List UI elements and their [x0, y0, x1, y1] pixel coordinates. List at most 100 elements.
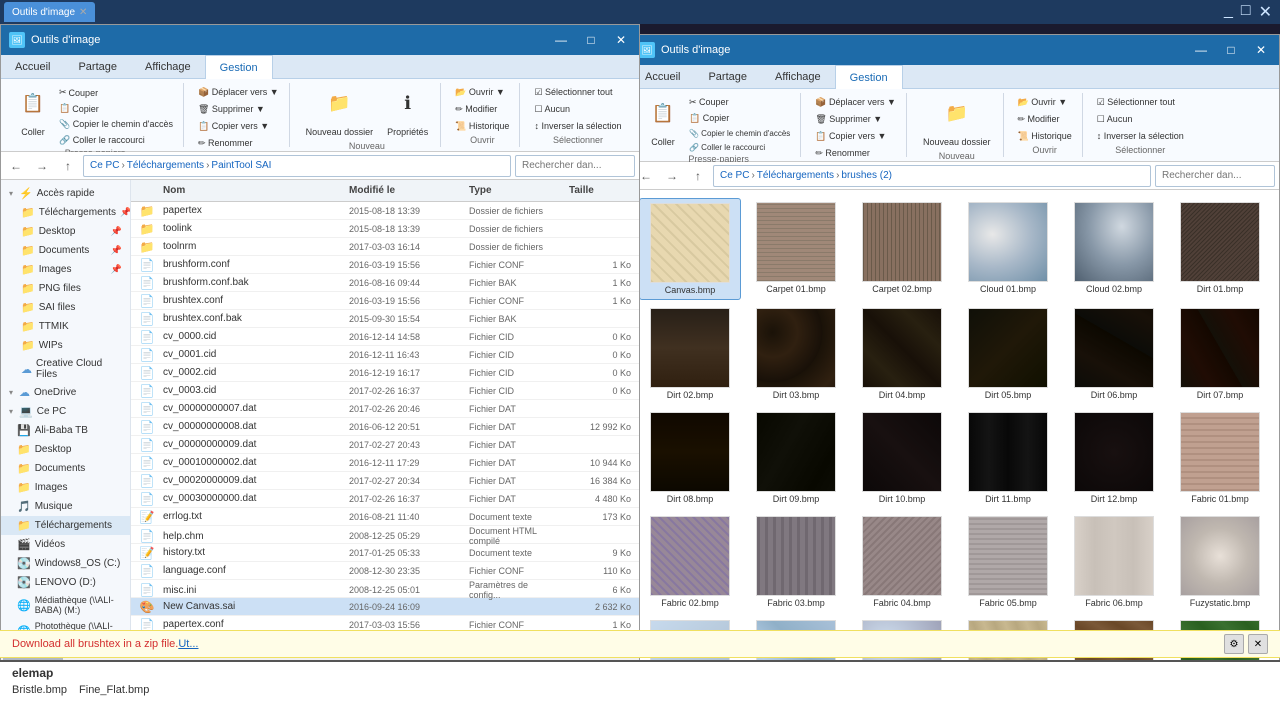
- table-row[interactable]: 📄 language.conf 2008-12-30 23:35 Fichier…: [131, 562, 639, 580]
- thumbnail-item[interactable]: Dirt 06.bmp: [1063, 304, 1165, 404]
- table-row[interactable]: 📝 history.txt 2017-01-25 05:33 Document …: [131, 544, 639, 562]
- sidebar-item-cepc[interactable]: ▾ 💻 Ce PC: [1, 402, 130, 421]
- btn-aucun[interactable]: ☐ Aucun: [530, 102, 625, 117]
- breadcrumb-telecharments[interactable]: Téléchargements: [127, 160, 204, 171]
- btn-ouvrir[interactable]: 📂 Ouvrir ▼: [451, 85, 513, 100]
- btn-copier[interactable]: 📋 Copier: [55, 101, 177, 116]
- thumbnail-item[interactable]: Dirt 11.bmp: [957, 408, 1059, 508]
- right-forward-btn[interactable]: →: [661, 165, 683, 187]
- sidebar-item-desktop[interactable]: 📁 Desktop: [1, 440, 130, 459]
- thumbnail-item[interactable]: Dirt 04.bmp: [851, 304, 953, 404]
- thumbnail-item[interactable]: Canvas.bmp: [639, 198, 741, 300]
- btn-coller-raccourci[interactable]: 🔗 Coller le raccourci: [55, 133, 177, 148]
- download-settings-btn[interactable]: ⚙: [1224, 634, 1244, 654]
- taskbar-close[interactable]: ✕: [1259, 2, 1272, 22]
- thumbnail-item[interactable]: Dirt 12.bmp: [1063, 408, 1165, 508]
- right-tab-gestion[interactable]: Gestion: [835, 65, 903, 89]
- left-maximize-btn[interactable]: □: [577, 29, 605, 51]
- right-btn-renommer[interactable]: ✏ Renommer: [811, 146, 900, 161]
- btn-nouveau-dossier[interactable]: 📁 Nouveau dossier: [300, 85, 380, 141]
- table-row[interactable]: 📄 cv_00030000000.dat 2017-02-26 16:37 Fi…: [131, 490, 639, 508]
- thumbnail-item[interactable]: Cloud 02.bmp: [1063, 198, 1165, 300]
- table-row[interactable]: 📄 help.chm 2008-12-25 05:29 Document HTM…: [131, 526, 639, 544]
- tab-affichage[interactable]: Affichage: [131, 55, 205, 79]
- right-btn-couper[interactable]: ✂ Couper: [685, 95, 794, 110]
- btn-inverser[interactable]: ↕ Inverser la sélection: [530, 119, 625, 133]
- thumbnail-item[interactable]: Dirt 08.bmp: [639, 408, 741, 508]
- sidebar-item-lenovo-d[interactable]: 💽 LENOVO (D:): [1, 573, 130, 592]
- tab-accueil[interactable]: Accueil: [1, 55, 64, 79]
- tab-gestion[interactable]: Gestion: [205, 55, 273, 79]
- right-breadcrumb-pc[interactable]: Ce PC: [720, 170, 749, 181]
- btn-deplacer[interactable]: 📦 Déplacer vers ▼: [194, 85, 283, 100]
- right-btn-modifier[interactable]: ✏ Modifier: [1014, 112, 1076, 127]
- thumbnail-item[interactable]: Fabric 03.bmp: [745, 512, 847, 612]
- table-row[interactable]: 📄 cv_00020000009.dat 2017-02-27 20:34 Fi…: [131, 472, 639, 490]
- table-row[interactable]: 📄 brushtex.conf 2016-03-19 15:56 Fichier…: [131, 292, 639, 310]
- table-row[interactable]: 📄 cv_00000000007.dat 2017-02-26 20:46 Fi…: [131, 400, 639, 418]
- sidebar-item-images[interactable]: 📁 Images: [1, 478, 130, 497]
- taskbar-minimize[interactable]: _: [1224, 2, 1233, 22]
- sidebar-item-wips[interactable]: 📁 WIPs: [1, 336, 130, 355]
- col-type[interactable]: Type: [465, 185, 565, 196]
- address-path[interactable]: Ce PC › Téléchargements › PaintTool SAI: [83, 155, 511, 177]
- thumbnail-item[interactable]: Fabric 02.bmp: [639, 512, 741, 612]
- sidebar-item-telecharments-quick[interactable]: 📁 Téléchargements 📌: [1, 203, 130, 222]
- right-btn-select-all[interactable]: ☑ Sélectionner tout: [1093, 95, 1188, 110]
- thumbnail-item[interactable]: Dirt 05.bmp: [957, 304, 1059, 404]
- table-row[interactable]: 📁 papertex 2015-08-18 13:39 Dossier de f…: [131, 202, 639, 220]
- right-breadcrumb-brushes[interactable]: brushes (2): [841, 170, 892, 181]
- sidebar-item-musique[interactable]: 🎵 Musique: [1, 497, 130, 516]
- col-modifie[interactable]: Modifié le: [345, 185, 465, 196]
- table-row[interactable]: 📝 errlog.txt 2016-08-21 11:40 Document t…: [131, 508, 639, 526]
- col-nom[interactable]: Nom: [159, 185, 345, 196]
- table-row[interactable]: 📄 cv_0003.cid 2017-02-26 16:37 Fichier C…: [131, 382, 639, 400]
- btn-renommer[interactable]: ✏ Renommer: [194, 136, 283, 151]
- right-btn-deplacer[interactable]: 📦 Déplacer vers ▼: [811, 95, 900, 110]
- left-minimize-btn[interactable]: —: [547, 29, 575, 51]
- right-btn-coller[interactable]: 📋 Coller: [643, 95, 683, 151]
- sidebar-item-documents[interactable]: 📁 Documents: [1, 459, 130, 478]
- btn-modifier[interactable]: ✏ Modifier: [451, 102, 513, 117]
- table-row[interactable]: 📄 misc.ini 2008-12-25 05:01 Paramètres d…: [131, 580, 639, 598]
- right-btn-aucun[interactable]: ☐ Aucun: [1093, 112, 1188, 127]
- table-row[interactable]: 📄 cv_0001.cid 2016-12-11 16:43 Fichier C…: [131, 346, 639, 364]
- table-row[interactable]: 📄 cv_00010000002.dat 2016-12-11 17:29 Fi…: [131, 454, 639, 472]
- table-row[interactable]: 📄 brushform.conf 2016-03-19 15:56 Fichie…: [131, 256, 639, 274]
- sidebar-item-ttmik[interactable]: 📁 TTMIK: [1, 317, 130, 336]
- btn-proprietes[interactable]: ℹ Propriétés: [381, 85, 434, 141]
- sidebar-item-sai-files[interactable]: 📁 SAI files: [1, 298, 130, 317]
- thumbnail-item[interactable]: Dirt 10.bmp: [851, 408, 953, 508]
- right-btn-copier-vers[interactable]: 📋 Copier vers ▼: [811, 129, 900, 144]
- thumbnail-item[interactable]: Dirt 02.bmp: [639, 304, 741, 404]
- sidebar-item-mediatheque[interactable]: 🌐 Médiathèque (\\ALI-BABA) (M:): [1, 592, 130, 618]
- sidebar-item-windows-c[interactable]: 💽 Windows8_OS (C:): [1, 554, 130, 573]
- left-close-btn[interactable]: ✕: [607, 29, 635, 51]
- sidebar-item-videos[interactable]: 🎬 Vidéos: [1, 535, 130, 554]
- thumbnail-item[interactable]: Dirt 01.bmp: [1169, 198, 1271, 300]
- right-minimize-btn[interactable]: —: [1187, 39, 1215, 61]
- download-close-btn[interactable]: ✕: [1248, 634, 1268, 654]
- thumbnail-item[interactable]: Fabric 04.bmp: [851, 512, 953, 612]
- sidebar-item-png-files[interactable]: 📁 PNG files: [1, 279, 130, 298]
- right-close-btn[interactable]: ✕: [1247, 39, 1275, 61]
- right-btn-ouvrir[interactable]: 📂 Ouvrir ▼: [1014, 95, 1076, 110]
- taskbar-maximize[interactable]: □: [1241, 2, 1251, 22]
- taskbar-tab-active[interactable]: Outils d'image ✕: [4, 2, 95, 22]
- right-btn-nouveau-dossier[interactable]: 📁 Nouveau dossier: [917, 95, 997, 151]
- thumbnail-item[interactable]: Carpet 01.bmp: [745, 198, 847, 300]
- thumbnail-item[interactable]: Fabric 06.bmp: [1063, 512, 1165, 612]
- sidebar-item-documents-quick[interactable]: 📁 Documents 📌: [1, 241, 130, 260]
- right-btn-supprimer[interactable]: 🗑 Supprimer ▼: [811, 112, 900, 127]
- table-row[interactable]: 📄 brushform.conf.bak 2016-08-16 09:44 Fi…: [131, 274, 639, 292]
- right-address-path[interactable]: Ce PC › Téléchargements › brushes (2): [713, 165, 1151, 187]
- right-btn-copier-chemin[interactable]: 📎 Copier le chemin d'accès: [685, 127, 794, 140]
- breadcrumb-pc[interactable]: Ce PC: [90, 160, 119, 171]
- right-btn-copier[interactable]: 📋 Copier: [685, 111, 794, 126]
- sidebar-item-onedrive[interactable]: ▾ ☁ OneDrive: [1, 383, 130, 402]
- btn-copier-vers[interactable]: 📋 Copier vers ▼: [194, 119, 283, 134]
- table-row[interactable]: 📄 brushtex.conf.bak 2015-09-30 15:54 Fic…: [131, 310, 639, 328]
- btn-copier-chemin[interactable]: 📎 Copier le chemin d'accès: [55, 117, 177, 132]
- thumbnail-item[interactable]: Cloud 01.bmp: [957, 198, 1059, 300]
- right-btn-historique[interactable]: 📜 Historique: [1014, 129, 1076, 144]
